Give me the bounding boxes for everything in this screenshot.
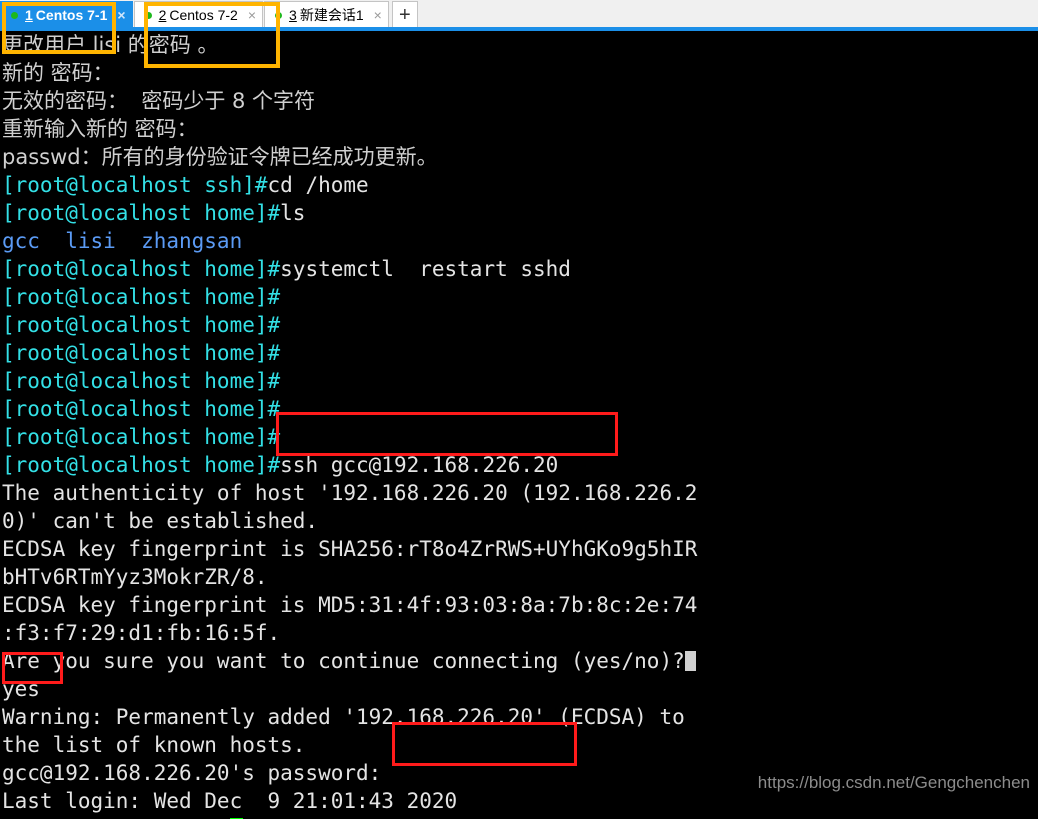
terminal-line: The authenticity of host '192.168.226.20… — [2, 479, 1036, 507]
tab-3[interactable]: 3 新建会话1 × — [264, 1, 389, 28]
terminal-text: gcc@192.168.226.20's password: — [2, 761, 382, 785]
terminal-line: [root@localhost home]# — [2, 367, 1036, 395]
terminal-line: [root@localhost home]#systemctl restart … — [2, 255, 1036, 283]
tab-list: 1 Centos 7-1 × 2 Centos 7-2 × 3 新建会话1 × — [0, 1, 390, 28]
terminal-text: [root@localhost home]# — [2, 425, 281, 449]
terminal-output[interactable]: 更改用户 lisi 的密码 。新的 密码： 无效的密码： 密码少于 8 个字符 重新… — [0, 31, 1038, 819]
terminal-text: ECDSA key fingerprint is SHA256:rT8o4ZrR… — [2, 537, 698, 561]
terminal-line: Warning: Permanently added '192.168.226.… — [2, 703, 1036, 731]
terminal-text: 0)' can't be established. — [2, 509, 319, 533]
tab-close-icon[interactable]: × — [248, 8, 256, 22]
terminal-text: Warning: Permanently added '192.168.226.… — [2, 705, 685, 729]
tab-number: 3 — [289, 7, 297, 23]
terminal-text: passwd：所有的身份验证令牌已经成功更新。 — [2, 145, 438, 169]
terminal-line: Are you sure you want to continue connec… — [2, 647, 1036, 675]
terminal-line: :f3:f7:29:d1:fb:16:5f. — [2, 619, 1036, 647]
terminal-text: [root@localhost home]# — [2, 453, 281, 477]
terminal-line: [root@localhost ssh]#cd /home — [2, 171, 1036, 199]
terminal-line: passwd：所有的身份验证令牌已经成功更新。 — [2, 143, 1036, 171]
terminal-text: [root@localhost home]# — [2, 369, 281, 393]
session-status-dot-icon — [275, 11, 283, 19]
tab-title: Centos 7-1 — [35, 7, 108, 23]
terminal-text: [root@localhost home]# — [2, 313, 281, 337]
terminal-text: bHTv6RTmYyz3MokrZR/8. — [2, 565, 268, 589]
terminal-line: the list of known hosts. — [2, 731, 1036, 759]
tab-number: 2 — [158, 7, 167, 23]
terminal-text: yes — [2, 677, 40, 701]
new-tab-button[interactable]: + — [391, 1, 418, 28]
tab-close-icon[interactable]: × — [374, 8, 382, 22]
tab-title: 新建会话1 — [299, 7, 364, 23]
terminal-text: [root@localhost ssh]# — [2, 173, 268, 197]
terminal-line: 更改用户 lisi 的密码 。 — [2, 31, 1036, 59]
terminal-text: Are you sure you want to continue connec… — [2, 649, 685, 673]
terminal-line: 新的 密码： — [2, 59, 1036, 87]
tab-title: Centos 7-2 — [169, 7, 238, 23]
terminal-text: [root@localhost home]# — [2, 285, 281, 309]
terminal-line: bHTv6RTmYyz3MokrZR/8. — [2, 563, 1036, 591]
terminal-line: [root@localhost home]#ls — [2, 199, 1036, 227]
terminal-cursor — [684, 651, 696, 671]
terminal-text: systemctl restart sshd — [280, 257, 571, 281]
tab-close-icon[interactable]: × — [117, 8, 125, 22]
terminal-text: ECDSA key fingerprint is MD5:31:4f:93:03… — [2, 593, 698, 617]
terminal-line: ECDSA key fingerprint is MD5:31:4f:93:03… — [2, 591, 1036, 619]
terminal-text: gcc lisi zhangsan — [2, 229, 243, 253]
tab-number: 1 — [25, 7, 33, 23]
terminal-text: The authenticity of host '192.168.226.20… — [2, 481, 698, 505]
terminal-line: 重新输入新的 密码： — [2, 115, 1036, 143]
watermark: https://blog.csdn.net/Gengchenchen — [757, 773, 1030, 792]
tab-2[interactable]: 2 Centos 7-2 × — [133, 1, 264, 28]
terminal-text: 新的 密码： — [2, 61, 114, 85]
terminal-text: 更改用户 lisi 的密码 。 — [2, 33, 219, 57]
terminal-line: [root@localhost home]# — [2, 423, 1036, 451]
terminal-text: cd /home — [267, 173, 369, 197]
terminal-window: 1 Centos 7-1 × 2 Centos 7-2 × 3 新建会话1 × + 更改用户 l… — [0, 0, 1038, 819]
terminal-text: ssh gcc@192.168.226.20 — [280, 453, 559, 477]
session-status-dot-icon — [144, 11, 152, 19]
terminal-line: 0)' can't be established. — [2, 507, 1036, 535]
terminal-text: [root@localhost home]# — [2, 397, 281, 421]
session-status-dot-icon — [11, 11, 18, 19]
terminal-text: :f3:f7:29:d1:fb:16:5f. — [2, 621, 281, 645]
terminal-text: 重新输入新的 密码： — [2, 117, 198, 141]
terminal-line: ECDSA key fingerprint is SHA256:rT8o4ZrR… — [2, 535, 1036, 563]
terminal-text: [root@localhost home]# — [2, 201, 281, 225]
terminal-text: Last login: Wed Dec 9 21:01:43 2020 — [2, 789, 458, 813]
terminal-line: gcc lisi zhangsan — [2, 227, 1036, 255]
tab-bar: 1 Centos 7-1 × 2 Centos 7-2 × 3 新建会话1 × + — [0, 0, 1038, 28]
terminal-line: [root@localhost home]# — [2, 339, 1036, 367]
terminal-text: 无效的密码： 密码少于 8 个字符 — [2, 89, 316, 113]
terminal-line: [gcc@localhost ~]$ — [2, 815, 1036, 819]
terminal-text: ls — [280, 201, 306, 225]
terminal-line: [root@localhost home]# — [2, 283, 1036, 311]
terminal-line: [root@localhost home]#ssh gcc@192.168.22… — [2, 451, 1036, 479]
tab-1[interactable]: 1 Centos 7-1 × — [0, 1, 133, 28]
terminal-line: [root@localhost home]# — [2, 395, 1036, 423]
terminal-text: [root@localhost home]# — [2, 257, 281, 281]
terminal-line: [root@localhost home]# — [2, 311, 1036, 339]
terminal-text: the list of known hosts. — [2, 733, 306, 757]
terminal-line: yes — [2, 675, 1036, 703]
tab-bar-filler — [417, 1, 1038, 28]
terminal-line: 无效的密码： 密码少于 8 个字符 — [2, 87, 1036, 115]
terminal-text: [root@localhost home]# — [2, 341, 281, 365]
